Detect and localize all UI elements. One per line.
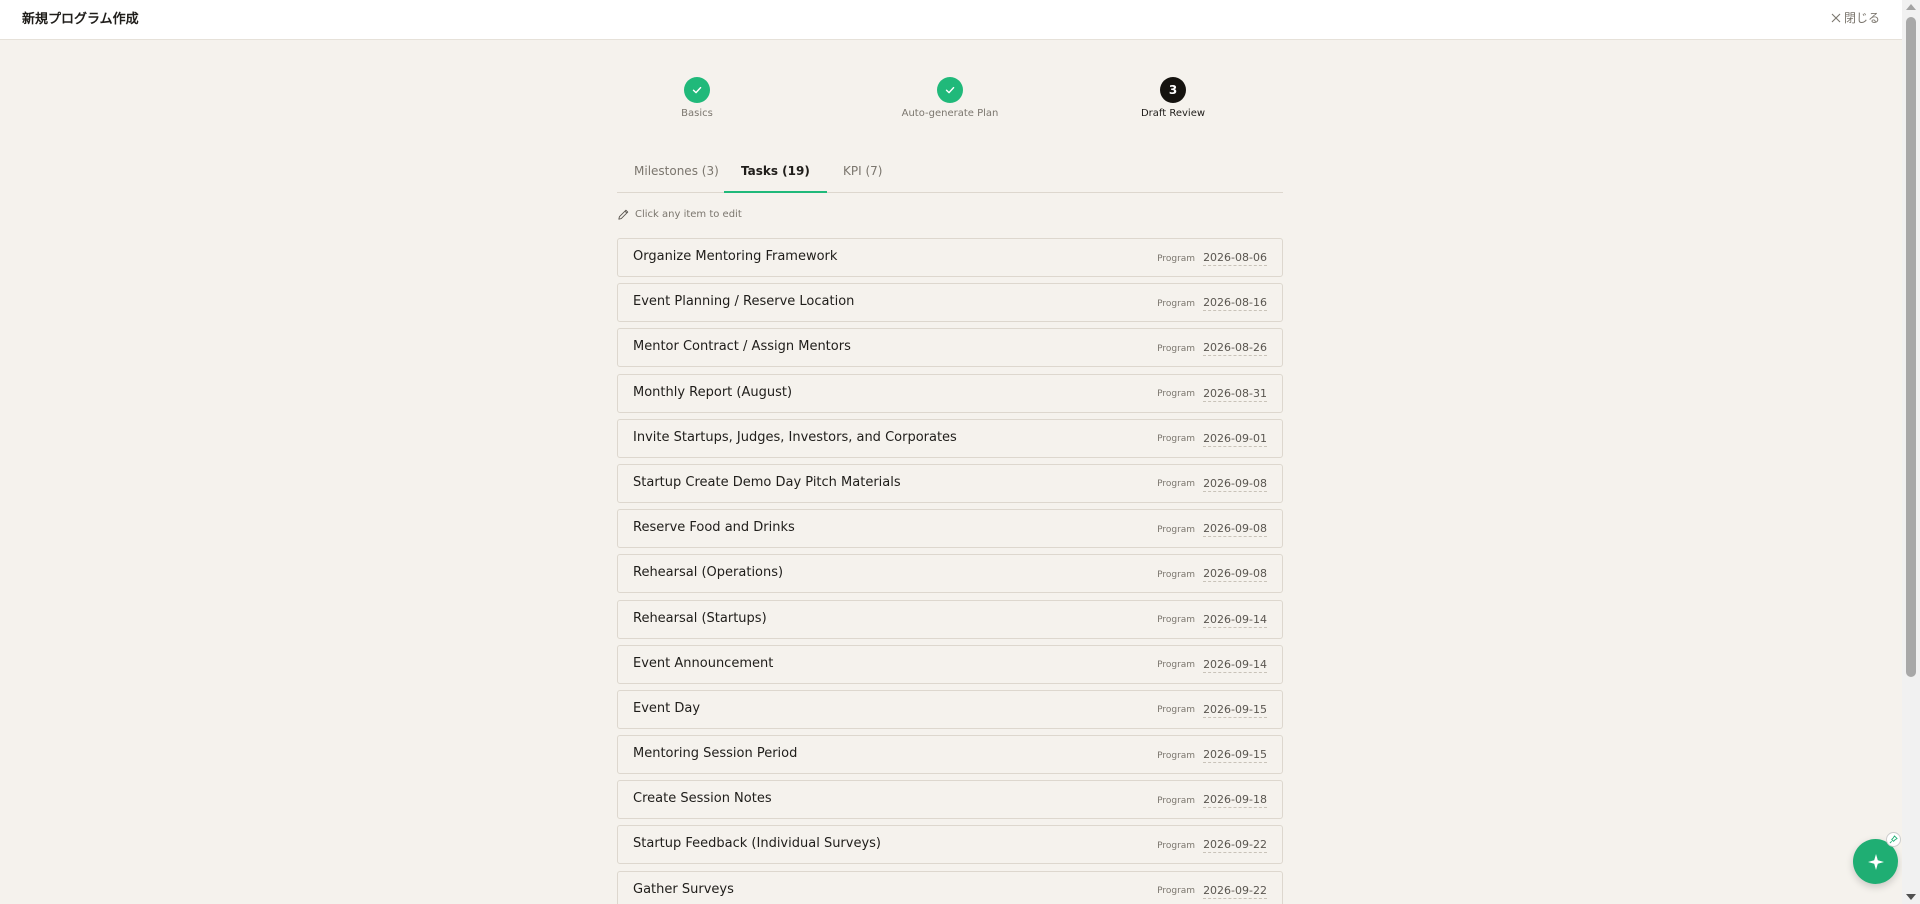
task-date[interactable]: 2026-08-06 bbox=[1203, 251, 1267, 266]
task-date[interactable]: 2026-09-14 bbox=[1203, 658, 1267, 673]
hint-text: Click any item to edit bbox=[635, 209, 742, 220]
task-name: Invite Startups, Judges, Investors, and … bbox=[633, 429, 957, 445]
task-date[interactable]: 2026-09-18 bbox=[1203, 793, 1267, 809]
task-type: Program bbox=[1157, 615, 1196, 625]
scroll-down-arrow-icon[interactable] bbox=[1906, 894, 1916, 900]
task-type: Program bbox=[1157, 253, 1196, 264]
step-number: 3 bbox=[1160, 77, 1186, 103]
task-date[interactable]: 2026-09-22 bbox=[1203, 884, 1267, 899]
task-type: Program bbox=[1157, 479, 1196, 490]
task-row[interactable]: Event Planning / Reserve Location Progra… bbox=[617, 283, 1283, 323]
task-row[interactable]: Event Announcement Program 2026-09-14 bbox=[617, 644, 1283, 684]
tab-bar: Milestones (3) Tasks (19) KPI (7) bbox=[617, 158, 1283, 193]
stepper: Basics Auto-generate Plan 3 Draft Review bbox=[617, 77, 1283, 127]
task-date[interactable]: 2026-09-08 bbox=[1203, 477, 1267, 492]
close-icon bbox=[1831, 13, 1841, 22]
task-name: Rehearsal (Startups) bbox=[633, 610, 767, 626]
task-name: Event Announcement bbox=[633, 655, 774, 671]
task-name: Event Day bbox=[633, 700, 701, 716]
step-done-indicator bbox=[684, 77, 710, 103]
scrollbar[interactable] bbox=[1902, 0, 1920, 904]
task-date[interactable]: 2026-09-14 bbox=[1203, 613, 1267, 628]
task-type: Program bbox=[1157, 840, 1196, 851]
task-date[interactable]: 2026-09-08 bbox=[1203, 567, 1267, 583]
task-date[interactable]: 2026-08-31 bbox=[1203, 387, 1267, 402]
close-label: 閉じる bbox=[1843, 11, 1880, 25]
task-type: Program bbox=[1157, 569, 1196, 580]
step-label: Auto-generate Plan bbox=[901, 108, 999, 119]
check-icon bbox=[945, 86, 955, 94]
task-name: Monthly Report (August) bbox=[633, 384, 793, 400]
sparkle-icon bbox=[1867, 853, 1884, 870]
edit-hint: Click any item to edit bbox=[617, 208, 742, 221]
task-type: Program bbox=[1157, 524, 1196, 535]
top-bar: 新規プログラム作成 閉じる bbox=[0, 0, 1902, 40]
task-name: Rehearsal (Operations) bbox=[633, 565, 784, 581]
task-date[interactable]: 2026-08-26 bbox=[1203, 341, 1267, 357]
tab-kpi[interactable]: KPI (7) bbox=[826, 158, 899, 193]
step-label: Basics bbox=[681, 108, 713, 119]
check-icon bbox=[692, 86, 702, 94]
task-row[interactable]: Monthly Report (August) Program 2026-08-3… bbox=[617, 373, 1283, 413]
task-list: Organize Mentoring Framework Program 2026… bbox=[617, 238, 1283, 904]
task-date[interactable]: 2026-09-22 bbox=[1203, 838, 1267, 854]
pencil-icon bbox=[618, 209, 629, 220]
step-draft-review: 3 Draft Review bbox=[1093, 77, 1253, 119]
task-type: Program bbox=[1157, 298, 1196, 309]
task-date[interactable]: 2026-08-16 bbox=[1203, 296, 1267, 312]
task-type: Program bbox=[1157, 795, 1196, 806]
task-row[interactable]: Rehearsal (Startups) Program 2026-09-14 bbox=[617, 599, 1283, 639]
task-name: Reserve Food and Drinks bbox=[633, 520, 795, 536]
pin-icon bbox=[1889, 835, 1898, 844]
step-basics: Basics bbox=[617, 77, 777, 119]
task-date[interactable]: 2026-09-08 bbox=[1203, 522, 1267, 538]
task-type: Program bbox=[1157, 434, 1196, 445]
task-row[interactable]: Mentor Contract / Assign Mentors Program… bbox=[617, 328, 1283, 368]
task-row[interactable]: Create Session Notes Program 2026-09-18 bbox=[617, 780, 1283, 820]
task-type: Program bbox=[1157, 886, 1196, 897]
task-name: Mentoring Session Period bbox=[633, 746, 798, 762]
close-button[interactable]: 閉じる bbox=[1831, 9, 1880, 26]
tab-tasks[interactable]: Tasks (19) bbox=[724, 158, 827, 193]
task-type: Program bbox=[1157, 389, 1196, 400]
task-date[interactable]: 2026-09-01 bbox=[1203, 432, 1267, 447]
step-done-indicator bbox=[937, 77, 963, 103]
task-row[interactable]: Mentoring Session Period Program 2026-09-… bbox=[617, 735, 1283, 775]
task-date[interactable]: 2026-09-15 bbox=[1203, 748, 1267, 764]
task-row[interactable]: Organize Mentoring Framework Program 2026… bbox=[617, 238, 1283, 277]
task-name: Startup Feedback (Individual Surveys) bbox=[633, 836, 882, 852]
task-row[interactable]: Startup Feedback (Individual Surveys) Pr… bbox=[617, 825, 1283, 865]
scrollbar-thumb[interactable] bbox=[1906, 17, 1916, 677]
pin-toggle-button[interactable] bbox=[1886, 832, 1901, 847]
task-name: Mentor Contract / Assign Mentors bbox=[633, 339, 851, 355]
scroll-up-arrow-icon[interactable] bbox=[1906, 4, 1916, 10]
task-name: Event Planning / Reserve Location bbox=[633, 294, 855, 310]
task-type: Program bbox=[1157, 705, 1196, 716]
task-row[interactable]: Gather Surveys Program 2026-09-22 bbox=[617, 870, 1283, 904]
task-type: Program bbox=[1157, 750, 1196, 761]
task-name: Create Session Notes bbox=[633, 791, 772, 807]
task-type: Program bbox=[1157, 343, 1196, 354]
task-date[interactable]: 2026-09-15 bbox=[1203, 703, 1267, 718]
task-type: Program bbox=[1157, 660, 1196, 671]
task-name: Organize Mentoring Framework bbox=[633, 249, 838, 264]
step-label: Draft Review bbox=[1140, 108, 1206, 119]
task-name: Gather Surveys bbox=[633, 881, 734, 897]
task-row[interactable]: Rehearsal (Operations) Program 2026-09-08 bbox=[617, 554, 1283, 594]
task-name: Startup Create Demo Day Pitch Materials bbox=[633, 474, 901, 490]
task-row[interactable]: Invite Startups, Judges, Investors, and … bbox=[617, 418, 1283, 458]
task-row[interactable]: Event Day Program 2026-09-15 bbox=[617, 689, 1283, 729]
task-row[interactable]: Startup Create Demo Day Pitch Materials … bbox=[617, 463, 1283, 503]
tab-milestones[interactable]: Milestones (3) bbox=[617, 158, 736, 193]
task-row[interactable]: Reserve Food and Drinks Program 2026-09-0… bbox=[617, 509, 1283, 549]
page-title: 新規プログラム作成 bbox=[22, 12, 139, 27]
step-auto-generate-plan: Auto-generate Plan bbox=[870, 77, 1030, 119]
